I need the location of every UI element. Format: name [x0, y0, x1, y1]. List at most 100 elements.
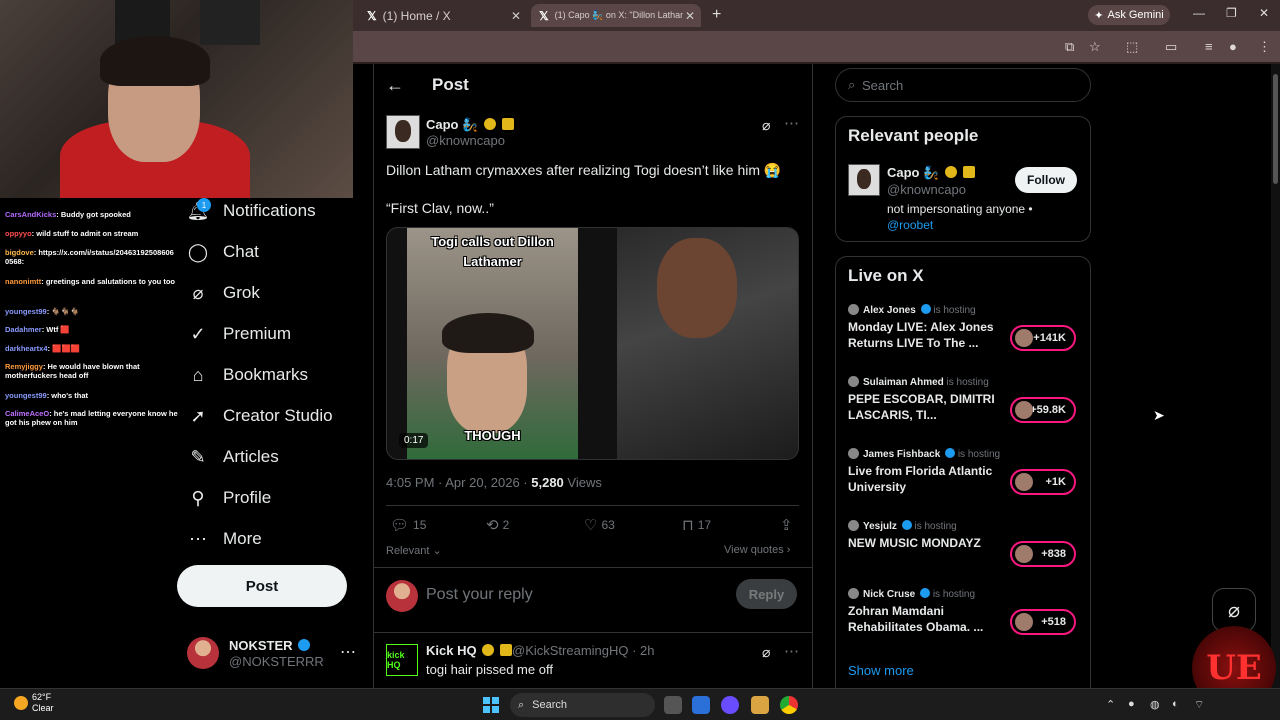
reply-action[interactable]: 💬︎ 15 — [390, 516, 426, 534]
media-icon[interactable]: ≡ — [1205, 39, 1213, 54]
author-avatar[interactable] — [386, 115, 420, 149]
verified-badge-icon — [483, 118, 496, 130]
live-item[interactable]: Alex Jones is hosting Monday LIVE: Alex … — [848, 304, 1078, 360]
follow-button[interactable]: Follow — [1015, 167, 1077, 193]
window-close-icon[interactable]: ✕ — [1259, 6, 1269, 20]
app-icon[interactable] — [751, 696, 769, 714]
chat-message: CarsAndKicks: Buddy got spooked — [5, 210, 131, 219]
search-bar[interactable]: ⌕ — [835, 68, 1091, 102]
reply-icon: 💬︎ — [390, 517, 410, 534]
like-action[interactable]: ♡ 63 — [584, 516, 615, 534]
menu-icon[interactable]: ⋮ — [1258, 39, 1271, 55]
bookmark-action[interactable]: ⊓ 17 — [682, 516, 711, 534]
restore-icon[interactable]: ❐ — [1226, 6, 1237, 20]
nav-creator-studio[interactable]: ➚ Creator Studio — [187, 405, 332, 427]
tray-app-icon[interactable]: ● — [1128, 698, 1135, 710]
minimize-icon[interactable]: — — [1193, 6, 1205, 20]
wall-poster — [200, 0, 260, 45]
tray-app-icon[interactable]: ◍ — [1150, 698, 1160, 711]
share-action[interactable]: ⇪ — [780, 516, 793, 534]
search-input[interactable] — [862, 76, 1082, 94]
profile-icon[interactable]: ● — [1229, 39, 1237, 54]
taskbar-search[interactable]: ⌕ Search — [510, 693, 655, 717]
close-tab-icon[interactable]: ✕ — [511, 9, 521, 23]
bio-link[interactable]: @roobet — [887, 218, 933, 232]
video-player[interactable]: Togi calls out Dillon Lathamer THOUGH 0:… — [386, 227, 799, 460]
live-item[interactable]: Sulaiman Ahmed is hosting PEPE ESCOBAR, … — [848, 376, 1078, 432]
side-panel-icon[interactable]: ▭ — [1165, 39, 1177, 55]
more-dots-icon[interactable]: ⋯ — [340, 642, 356, 662]
affiliate-badge-icon — [501, 118, 514, 130]
host-avatar — [848, 376, 859, 387]
nav-bookmarks[interactable]: ⌂ Bookmarks — [187, 364, 308, 386]
post-more-icon[interactable]: ⋯ — [784, 114, 799, 132]
extensions-icon[interactable]: ⬚ — [1126, 39, 1138, 55]
windows-taskbar: 62°F Clear ⌕ Search ⌃ ● ◍ ◐ ⌔ — [0, 688, 1280, 720]
reply-more-icon[interactable]: ⋯ — [784, 642, 799, 660]
reply-author-row[interactable]: Kick HQ — [426, 643, 512, 658]
reply-author-avatar[interactable]: kick HQ — [386, 644, 418, 676]
author-name-row[interactable]: Capo 🧞 — [426, 117, 514, 133]
cast-icon[interactable]: ⧉ — [1065, 39, 1074, 55]
nav-more[interactable]: ⋯ More — [187, 528, 262, 550]
tray-app-icon[interactable]: ◐ — [1172, 698, 1179, 710]
chat-message: oppyyo: wild stuff to admit on stream — [5, 229, 139, 238]
live-item[interactable]: Yesjulz is hosting NEW MUSIC MONDAYZ +83… — [848, 520, 1078, 576]
nav-profile[interactable]: ⚲ Profile — [187, 487, 271, 509]
tab-label: (1) Capo 🧞 on X: "Dillon Latham — [554, 10, 683, 20]
app-icon[interactable] — [692, 696, 710, 714]
reply-input[interactable] — [426, 584, 716, 606]
tray-chevron-icon[interactable]: ⌃ — [1106, 698, 1115, 711]
weather-widget[interactable]: 62°F Clear — [14, 692, 54, 714]
nav-premium[interactable]: ✓ Premium — [187, 323, 291, 345]
live-item[interactable]: James Fishback is hosting Live from Flor… — [848, 448, 1078, 504]
live-item[interactable]: Nick Cruse is hosting Zohran Mamdani Reh… — [848, 588, 1078, 648]
listener-avatar — [1015, 473, 1033, 491]
tab-label: (1) Home / X — [382, 8, 451, 23]
ask-gemini-button[interactable]: ✦ Ask Gemini — [1088, 5, 1170, 25]
person-name-row[interactable]: Capo 🧞 — [887, 165, 975, 181]
host-avatar — [848, 304, 859, 315]
account-switcher[interactable]: NOKSTER @NOKSTERRR ⋯ — [187, 636, 357, 672]
divider — [374, 632, 812, 633]
live-title: PEPE ESCOBAR, DIMITRI LASCARIS, TI... — [848, 392, 995, 422]
ask-gemini-label: Ask Gemini — [1107, 9, 1164, 21]
new-tab-icon[interactable]: + — [712, 6, 721, 24]
reply-button[interactable]: Reply — [736, 579, 797, 609]
task-view-icon[interactable] — [664, 696, 682, 714]
close-tab-icon[interactable]: ✕ — [685, 9, 695, 23]
avatar — [187, 637, 219, 669]
bookmark-star-icon[interactable]: ☆ — [1089, 39, 1101, 55]
nav-chat[interactable]: ◯ Chat — [187, 241, 259, 263]
nav-grok[interactable]: ⌀ Grok — [187, 282, 260, 304]
reply-author-handle[interactable]: @KickStreamingHQ · 2h — [512, 643, 655, 658]
tab-home[interactable]: 𝕏 (1) Home / X ✕ — [359, 4, 527, 27]
sort-replies-dropdown[interactable]: Relevant ⌄ — [386, 544, 442, 557]
view-quotes-link[interactable]: View quotes › — [724, 544, 790, 556]
wifi-icon[interactable]: ⌔ — [1194, 698, 1204, 712]
nav-articles[interactable]: ✎ Articles — [187, 446, 278, 468]
card-title: Relevant people — [848, 126, 979, 145]
author-handle[interactable]: @knowncapo — [426, 133, 505, 148]
account-handle: @NOKSTERRR — [229, 654, 324, 669]
search-icon: ⌕ — [848, 77, 856, 92]
start-icon[interactable] — [483, 697, 499, 713]
compose-post-button[interactable]: Post — [177, 565, 347, 607]
tab-post[interactable]: 𝕏 (1) Capo 🧞 on X: "Dillon Latham ✕ — [531, 4, 701, 27]
grok-explain-icon[interactable]: ⌀ — [762, 117, 770, 134]
scrollbar-thumb[interactable] — [1273, 74, 1278, 184]
listener-avatar — [1015, 401, 1033, 419]
grok-explain-icon[interactable]: ⌀ — [762, 644, 770, 661]
person-avatar[interactable] — [848, 164, 880, 196]
live-title: Zohran Mamdani Rehabilitates Obama. ... — [848, 604, 984, 634]
bio-text: not impersonating anyone • — [887, 202, 1033, 216]
person-handle[interactable]: @knowncapo — [887, 182, 966, 197]
host-avatar — [848, 520, 859, 531]
back-arrow-icon[interactable]: ← — [386, 75, 404, 96]
browser-toolbar: ⧉ ☆ ⬚ ▭ ≡ ● ⋮ — [353, 31, 1280, 62]
show-more-link[interactable]: Show more — [848, 663, 914, 678]
app-icon[interactable] — [721, 696, 739, 714]
chrome-icon[interactable] — [780, 696, 798, 714]
verified-badge-icon — [482, 644, 495, 656]
repost-action[interactable]: ⟲ 2 — [486, 516, 509, 534]
